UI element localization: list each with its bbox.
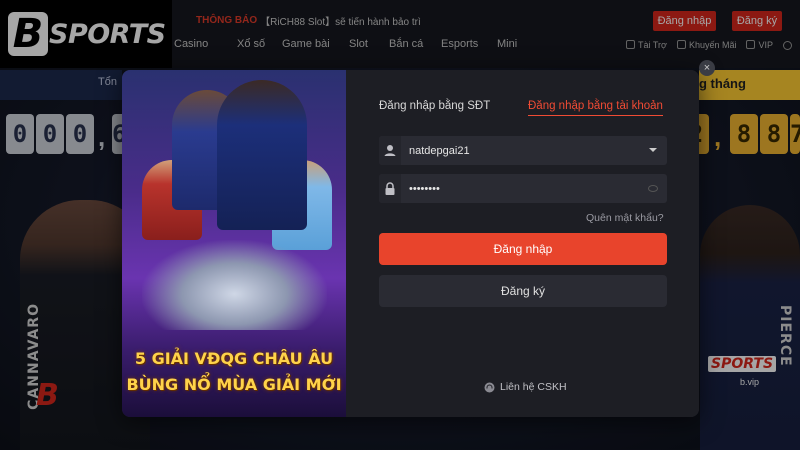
lock-icon: [385, 182, 395, 195]
eye-icon[interactable]: [648, 185, 658, 192]
user-icon: [384, 145, 396, 156]
password-input[interactable]: [409, 174, 639, 203]
tab-login-phone[interactable]: Đăng nhập bằng SĐT: [379, 100, 490, 112]
register-button[interactable]: Đăng ký: [379, 275, 667, 307]
promo-title-line2: BÙNG NỔ MÙA GIẢI MỚI: [126, 375, 342, 394]
login-form: Đăng nhập bằng SĐT Đăng nhập bằng tài kh…: [346, 70, 699, 417]
promo-title-line1: 5 GIẢI VĐQG CHÂU ÂU: [134, 349, 334, 368]
lock-icon-box: [379, 174, 401, 203]
username-field: [379, 136, 667, 165]
login-modal: 5 GIẢI VĐQG CHÂU ÂU BÙNG NỔ MÙA GIẢI MỚI…: [122, 70, 699, 417]
user-icon-box: [379, 136, 401, 165]
headset-icon: [484, 382, 495, 392]
login-button[interactable]: Đăng nhập: [379, 233, 667, 265]
password-field: [379, 174, 667, 203]
promo-player: [217, 80, 307, 230]
promo-title: 5 GIẢI VĐQG CHÂU ÂU BÙNG NỔ MÙA GIẢI MỚI: [122, 346, 346, 398]
support-link[interactable]: Liên hệ CSKH: [484, 381, 567, 393]
promo-image: 5 GIẢI VĐQG CHÂU ÂU BÙNG NỔ MÙA GIẢI MỚI: [122, 70, 346, 417]
tab-login-account[interactable]: Đăng nhập bằng tài khoản: [528, 100, 663, 116]
support-label: Liên hệ CSKH: [500, 381, 567, 393]
promo-trophies: [142, 240, 327, 330]
chevron-down-icon[interactable]: [649, 148, 657, 152]
username-input[interactable]: [409, 136, 639, 165]
forgot-password-link[interactable]: Quên mật khẩu?: [586, 212, 664, 224]
close-icon[interactable]: ×: [699, 60, 715, 76]
